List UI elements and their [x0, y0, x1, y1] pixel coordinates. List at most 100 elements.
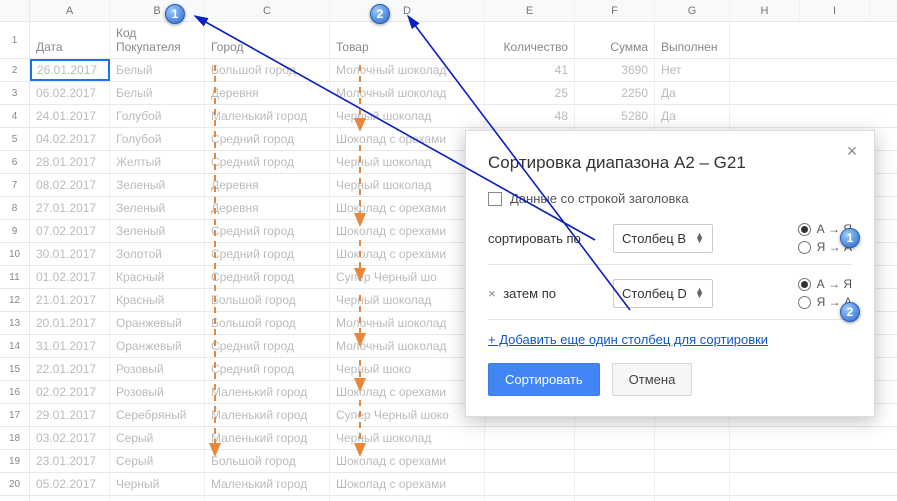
cell-a[interactable]: 30.01.2017 — [30, 243, 110, 265]
close-icon[interactable]: × — [842, 141, 862, 161]
col-header-a[interactable]: A — [30, 0, 110, 21]
cell-d[interactable]: Шоколад с орехами — [330, 128, 485, 150]
cell-a[interactable]: 26.01.2017 — [30, 59, 110, 81]
cell-a[interactable]: 24.01.2017 — [30, 105, 110, 127]
cell-b[interactable]: Белый — [110, 59, 205, 81]
cell-g[interactable] — [655, 450, 730, 472]
cell-d[interactable]: Шоколад с орехами — [330, 450, 485, 472]
cell-c[interactable]: Большой город — [205, 496, 330, 501]
row-num[interactable]: 6 — [0, 151, 30, 173]
remove-then-icon[interactable]: × — [488, 286, 496, 301]
cell-e[interactable]: 48 — [485, 105, 575, 127]
row-num[interactable]: 7 — [0, 174, 30, 196]
cell-d[interactable]: Шоколад с орехами — [330, 197, 485, 219]
cell-a[interactable]: 21.01.2017 — [30, 289, 110, 311]
cell-b[interactable]: Зеленый — [110, 197, 205, 219]
row-num[interactable]: 19 — [0, 450, 30, 472]
cell-f[interactable] — [575, 450, 655, 472]
cell-f[interactable]: 2250 — [575, 82, 655, 104]
cell-a[interactable]: 22.01.2017 — [30, 358, 110, 380]
cell-f[interactable]: 5280 — [575, 105, 655, 127]
hdr-done[interactable]: Выполнен — [655, 22, 730, 58]
cell-a[interactable]: 03.02.2017 — [30, 427, 110, 449]
cell-a[interactable]: 23.01.2017 — [30, 450, 110, 472]
cell-b[interactable]: Розовый — [110, 358, 205, 380]
cell-d[interactable]: Черный шоколад — [330, 151, 485, 173]
cell-b[interactable]: Зеленый — [110, 220, 205, 242]
cell-a[interactable]: 20.01.2017 — [30, 312, 110, 334]
cell-c[interactable]: Маленький город — [205, 381, 330, 403]
cell-d[interactable]: Черный шоко — [330, 358, 485, 380]
cell-c[interactable]: Средний город — [205, 358, 330, 380]
row-num[interactable]: 16 — [0, 381, 30, 403]
cell-c[interactable]: Большой город — [205, 312, 330, 334]
cell-d[interactable]: Супер Черный шо — [330, 266, 485, 288]
cell-a[interactable]: 27.01.2017 — [30, 197, 110, 219]
cell-c[interactable]: Маленький город — [205, 473, 330, 495]
hdr-city[interactable]: Город — [205, 22, 330, 58]
col-header-f[interactable]: F — [575, 0, 655, 21]
cell-e[interactable] — [485, 450, 575, 472]
row-num[interactable]: 8 — [0, 197, 30, 219]
row-num[interactable]: 3 — [0, 82, 30, 104]
cell-d[interactable]: Черный шоколад — [330, 289, 485, 311]
cell-d[interactable]: Шоколад с орехами — [330, 496, 485, 501]
add-sort-column-link[interactable]: + Добавить еще один столбец для сортиров… — [488, 332, 852, 347]
radio-az-2[interactable]: А → Я — [798, 277, 852, 291]
row-num[interactable]: 10 — [0, 243, 30, 265]
row-num[interactable]: 9 — [0, 220, 30, 242]
cell-b[interactable]: Серый — [110, 427, 205, 449]
cell-c[interactable]: Деревня — [205, 174, 330, 196]
cell-d[interactable]: Черный шоколад — [330, 105, 485, 127]
hdr-date[interactable]: Дата — [30, 22, 110, 58]
cell-f[interactable]: 9750 — [575, 496, 655, 501]
cell-f[interactable] — [575, 473, 655, 495]
cell-b[interactable]: Оранжевый — [110, 312, 205, 334]
cell-a[interactable]: 29.01.2017 — [30, 404, 110, 426]
cell-a[interactable]: 02.02.2017 — [30, 381, 110, 403]
cell-e[interactable]: 41 — [485, 59, 575, 81]
row-num[interactable]: 15 — [0, 358, 30, 380]
row-num[interactable]: 21 — [0, 496, 30, 501]
cell-d[interactable]: Молочный шоколад — [330, 335, 485, 357]
cell-c[interactable]: Средний город — [205, 243, 330, 265]
cell-g[interactable]: Да — [655, 105, 730, 127]
cell-b[interactable]: Белый — [110, 82, 205, 104]
cell-c[interactable]: Большой город — [205, 59, 330, 81]
cell-f[interactable]: 3690 — [575, 59, 655, 81]
hdr-qty[interactable]: Количество — [485, 22, 575, 58]
row-num[interactable]: 11 — [0, 266, 30, 288]
cell-c[interactable]: Средний город — [205, 335, 330, 357]
cell-b[interactable]: Розовый — [110, 381, 205, 403]
row-num[interactable]: 4 — [0, 105, 30, 127]
cell-d[interactable]: Шоколад с орехами — [330, 381, 485, 403]
cell-c[interactable]: Большой город — [205, 289, 330, 311]
row-num[interactable]: 2 — [0, 59, 30, 81]
cell-b[interactable]: Красный — [110, 289, 205, 311]
cell-b[interactable]: Черный — [110, 496, 205, 501]
cell-a[interactable]: 25.01.2017 — [30, 496, 110, 501]
cell-b[interactable]: Серый — [110, 450, 205, 472]
cell-a[interactable]: 31.01.2017 — [30, 335, 110, 357]
col-header-b[interactable]: B — [110, 0, 205, 21]
col-header-g[interactable]: G — [655, 0, 730, 21]
row-num[interactable]: 14 — [0, 335, 30, 357]
cell-g[interactable]: Нет — [655, 59, 730, 81]
cell-c[interactable]: Деревня — [205, 197, 330, 219]
cell-a[interactable]: 05.02.2017 — [30, 473, 110, 495]
cell-a[interactable]: 07.02.2017 — [30, 220, 110, 242]
cell-d[interactable]: Шоколад с орехами — [330, 220, 485, 242]
cell-g[interactable] — [655, 496, 730, 501]
cell-a[interactable]: 04.02.2017 — [30, 128, 110, 150]
cell-d[interactable]: Молочный шоколад — [330, 82, 485, 104]
cell-e[interactable] — [485, 427, 575, 449]
cell-c[interactable]: Средний город — [205, 220, 330, 242]
cell-g[interactable]: Да — [655, 82, 730, 104]
col-header-h[interactable]: H — [730, 0, 800, 21]
row-num[interactable]: 20 — [0, 473, 30, 495]
then-by-select[interactable]: Столбец D ▲▼ — [613, 279, 713, 308]
cell-a[interactable]: 01.02.2017 — [30, 266, 110, 288]
row-num[interactable]: 13 — [0, 312, 30, 334]
cell-e[interactable] — [485, 473, 575, 495]
cell-d[interactable]: Молочный шоколад — [330, 312, 485, 334]
